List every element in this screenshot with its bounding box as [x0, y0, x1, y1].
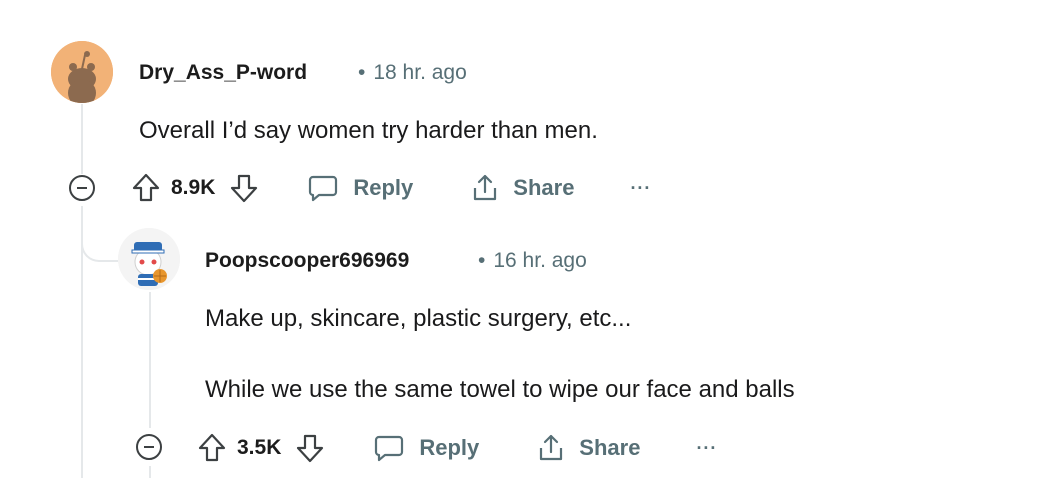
upvote-icon[interactable] — [131, 172, 161, 204]
reply-connector — [81, 222, 119, 262]
reply-button[interactable]: Reply — [307, 173, 413, 203]
downvote-icon[interactable] — [295, 432, 325, 464]
comment-author[interactable]: Dry_Ass_P-word — [139, 61, 307, 85]
reply-button[interactable]: Reply — [373, 433, 479, 463]
comment-timestamp[interactable]: • 16 hr. ago — [478, 249, 587, 273]
collapse-button[interactable] — [136, 434, 162, 460]
comment-timestamp[interactable]: • 18 hr. ago — [358, 61, 467, 85]
comment-actions: 8.9K Reply Share ··· — [131, 168, 651, 208]
snoo-sailor-avatar-icon — [118, 228, 180, 290]
vote-score: 8.9K — [171, 176, 216, 199]
reply-label: Reply — [419, 435, 480, 460]
share-label: Share — [513, 175, 575, 200]
comment-thread: Dry_Ass_P-word • 18 hr. ago Overall I’d s… — [0, 0, 1064, 478]
share-button[interactable]: Share — [535, 432, 640, 464]
comment-author[interactable]: Poopscooper696969 — [205, 249, 409, 273]
share-icon — [540, 434, 563, 461]
snoo-avatar-icon — [51, 41, 113, 103]
downvote-icon[interactable] — [229, 172, 259, 204]
share-label: Share — [579, 435, 641, 460]
timestamp-text[interactable]: 18 hr. ago — [373, 61, 466, 84]
comment-bubble-icon — [375, 435, 404, 462]
meta-separator: • — [478, 249, 486, 272]
thread-line[interactable] — [149, 466, 151, 478]
timestamp-text[interactable]: 16 hr. ago — [493, 249, 586, 272]
thread-line[interactable] — [81, 104, 83, 174]
reply-label: Reply — [353, 175, 414, 200]
avatar[interactable] — [118, 228, 180, 290]
share-button[interactable]: Share — [469, 172, 574, 204]
comment-bubble-icon — [309, 175, 338, 202]
collapse-button[interactable] — [69, 175, 95, 201]
comment-body-line: Make up, skincare, plastic surgery, etc.… — [205, 305, 632, 332]
upvote-icon[interactable] — [197, 432, 227, 464]
comment-body: Overall I’d say women try harder than me… — [139, 117, 598, 144]
comment-actions: 3.5K Reply Share ··· — [197, 428, 717, 468]
more-options-button[interactable]: ··· — [630, 178, 651, 199]
meta-separator: • — [358, 61, 366, 84]
thread-line[interactable] — [149, 292, 151, 428]
comment-body-line: While we use the same towel to wipe our … — [205, 376, 795, 403]
vote-score: 3.5K — [237, 436, 282, 459]
more-options-button[interactable]: ··· — [696, 438, 717, 459]
avatar[interactable] — [51, 41, 113, 103]
share-icon — [474, 174, 497, 201]
